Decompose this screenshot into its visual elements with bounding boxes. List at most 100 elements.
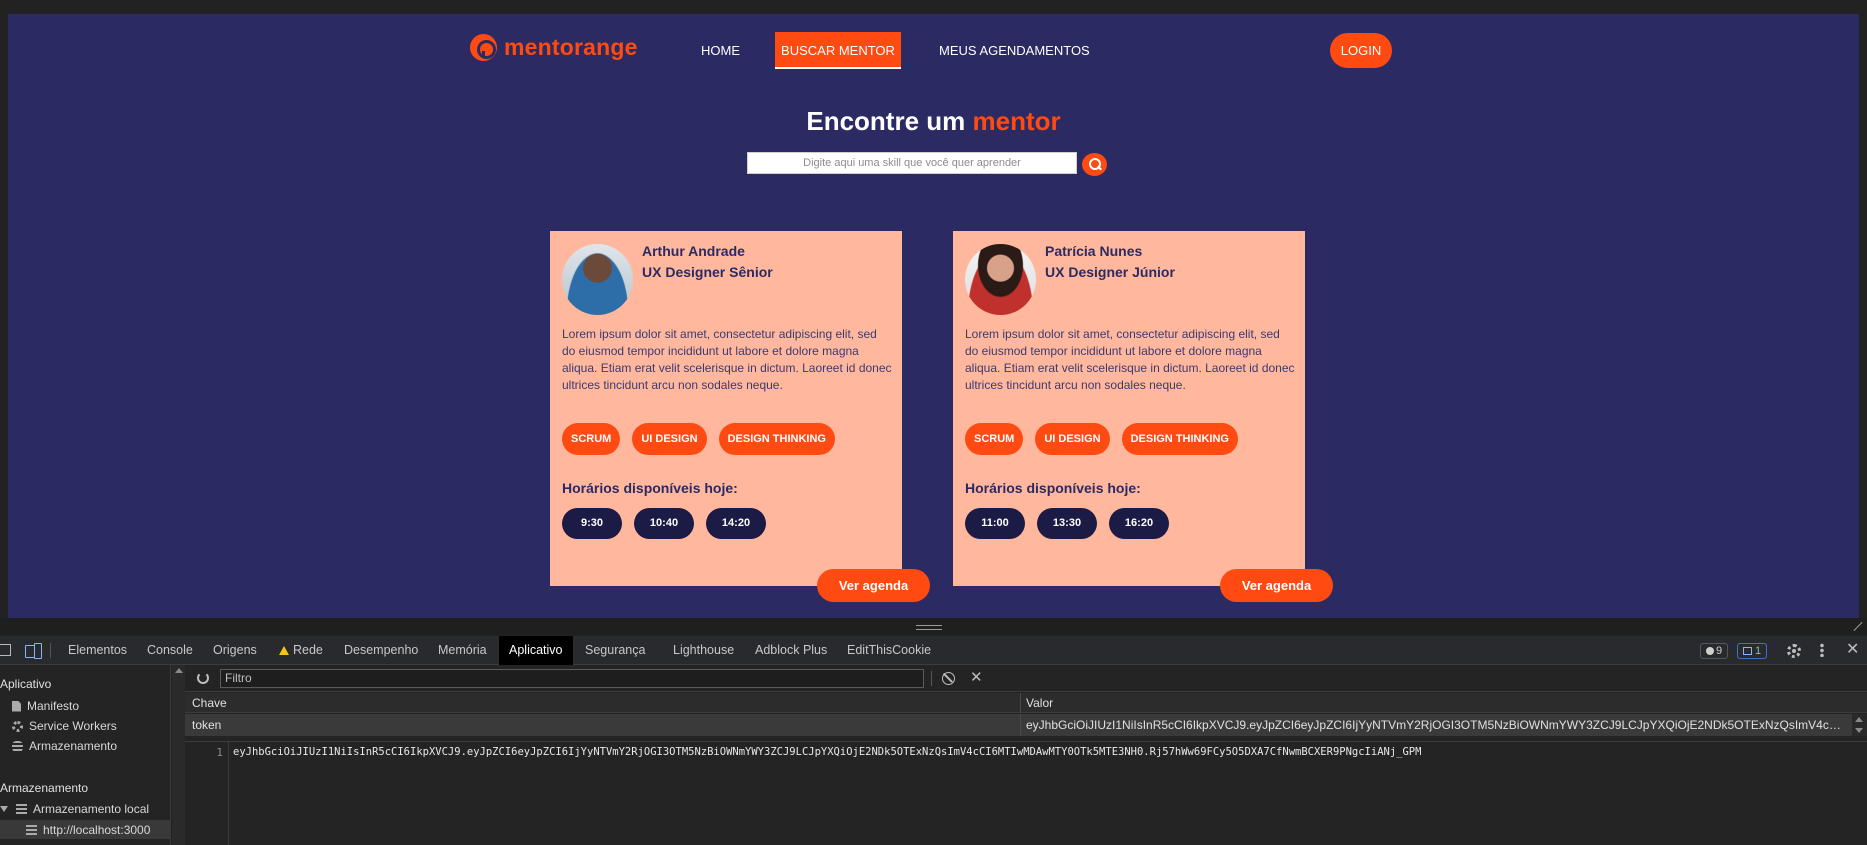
- device-toolbar-icon[interactable]: [25, 643, 42, 659]
- sidebar-item-armazenamento[interactable]: Armazenamento: [12, 739, 117, 753]
- skill-search-input[interactable]: Digite aqui uma skill que você quer apre…: [747, 152, 1077, 174]
- tab-origens[interactable]: Origens: [213, 636, 257, 665]
- ver-agenda-button[interactable]: Ver agenda: [817, 569, 930, 602]
- resize-corner-icon[interactable]: [1851, 620, 1863, 632]
- nav-meus-agendamentos[interactable]: MEUS AGENDAMENTOS: [939, 32, 1090, 69]
- tab-rede[interactable]: Rede: [279, 636, 323, 665]
- skill-tag[interactable]: SCRUM: [562, 423, 621, 455]
- mentor-description: Lorem ipsum dolor sit amet, consectetur …: [562, 327, 892, 392]
- value-preview: 1 eyJhbGciOiJIUzI1NiIsInR5cCI6IkpXVCJ9.e…: [185, 741, 1867, 845]
- tab-memoria[interactable]: Memória: [438, 636, 487, 665]
- tab-seguranca[interactable]: Segurança: [585, 636, 645, 665]
- row-value: eyJhbGciOiJIUzI1NiIsInR5cCI6IkpXVCJ9.eyJ…: [1026, 718, 1846, 732]
- availability-title: Horários disponíveis hoje:: [965, 480, 1141, 496]
- tab-console[interactable]: Console: [147, 636, 193, 665]
- preview-value-text[interactable]: eyJhbGciOiJIUzI1NiIsInR5cCI6IkpXVCJ9.eyJ…: [233, 746, 1421, 758]
- mentor-card: Arthur Andrade UX Designer Sênior Lorem …: [550, 231, 902, 586]
- skill-tag[interactable]: SCRUM: [965, 423, 1024, 455]
- sidebar-heading-aplicativo: Aplicativo: [0, 677, 52, 691]
- tab-desempenho[interactable]: Desempenho: [344, 636, 418, 665]
- row-key: token: [192, 718, 222, 732]
- application-sidebar: Aplicativo Manifesto Service Workers Arm…: [0, 665, 171, 845]
- gear-icon[interactable]: [1787, 644, 1801, 658]
- issues-count: 9: [1716, 645, 1723, 657]
- delete-selected-icon[interactable]: ✕: [970, 669, 983, 687]
- storage-panel: Filtro ✕ Chave Valor token eyJhbGciOiJIU…: [185, 665, 1867, 845]
- more-options-icon[interactable]: [1820, 643, 1824, 657]
- filter-input[interactable]: Filtro: [220, 669, 924, 688]
- skill-tag[interactable]: DESIGN THINKING: [718, 423, 835, 455]
- login-button[interactable]: LOGIN: [1330, 33, 1392, 68]
- mentor-role: UX Designer Sênior: [642, 264, 773, 280]
- table-row[interactable]: token eyJhbGciOiJIUzI1NiIsInR5cCI6IkpXVC…: [185, 714, 1852, 736]
- time-slot-button[interactable]: 14:20: [706, 508, 766, 539]
- sidebar-heading-armazenamento: Armazenamento: [0, 781, 89, 795]
- line-gutter: 1: [185, 742, 229, 845]
- column-header-valor[interactable]: Valor: [1026, 696, 1053, 710]
- storage-toolbar: Filtro ✕: [185, 665, 1867, 692]
- table-scrollbar[interactable]: [1852, 714, 1867, 736]
- logo-text: mentorange: [504, 33, 638, 60]
- close-icon[interactable]: ✕: [1846, 642, 1859, 658]
- devtools-tabbar: Elementos Console Origens Rede Desempenh…: [0, 636, 1867, 665]
- sidebar-item-service-workers[interactable]: Service Workers: [12, 719, 117, 733]
- column-header-chave[interactable]: Chave: [192, 696, 227, 710]
- time-slot-button[interactable]: 11:00: [965, 508, 1025, 539]
- skill-tag[interactable]: UI DESIGN: [632, 423, 707, 455]
- page-viewport: mentorange HOME BUSCAR MENTOR MEUS AGEND…: [8, 14, 1859, 618]
- time-slot-button[interactable]: 16:20: [1109, 508, 1169, 539]
- devtools-splitter[interactable]: [0, 618, 1867, 635]
- nav-buscar-mentor[interactable]: BUSCAR MENTOR: [775, 32, 901, 69]
- window-top-strip: [0, 0, 1867, 14]
- tab-adblock-plus[interactable]: Adblock Plus: [755, 636, 827, 665]
- availability-title: Horários disponíveis hoje:: [562, 480, 738, 496]
- page-title-accent: mentor: [972, 106, 1061, 136]
- skill-tag[interactable]: DESIGN THINKING: [1121, 423, 1238, 455]
- tab-lighthouse[interactable]: Lighthouse: [673, 636, 734, 665]
- sidebar-item-label: http://localhost:3000: [43, 823, 151, 837]
- expand-arrow-icon[interactable]: [0, 806, 8, 812]
- page-title-start: Encontre um: [806, 106, 966, 136]
- refresh-icon[interactable]: [197, 672, 209, 684]
- time-slot-button[interactable]: 13:30: [1037, 508, 1097, 539]
- sidebar-scrollbar[interactable]: [172, 665, 185, 845]
- line-number: 1: [216, 746, 223, 759]
- messages-badge[interactable]: 1: [1737, 643, 1768, 659]
- browser-window: mentorange HOME BUSCAR MENTOR MEUS AGEND…: [0, 0, 1867, 845]
- sidebar-item-label: Armazenamento local: [33, 802, 150, 816]
- sidebar-item-label: Service Workers: [29, 719, 117, 733]
- sidebar-item-local-storage[interactable]: Armazenamento local: [0, 802, 149, 816]
- tab-rede-label: Rede: [293, 643, 323, 657]
- splitter-grip-icon[interactable]: [916, 625, 942, 630]
- message-icon: [1743, 647, 1752, 655]
- search-icon[interactable]: [1082, 153, 1107, 176]
- inspect-element-icon[interactable]: [0, 644, 11, 656]
- mentor-card: Patrícia Nunes UX Designer Júnior Lorem …: [953, 231, 1305, 586]
- storage-table-header: Chave Valor: [185, 693, 1867, 713]
- logo-mark-icon: [470, 33, 497, 61]
- nav-home[interactable]: HOME: [701, 32, 740, 69]
- issues-badge[interactable]: 9: [1700, 643, 1729, 659]
- skill-tag[interactable]: UI DESIGN: [1035, 423, 1110, 455]
- navbar: mentorange HOME BUSCAR MENTOR MEUS AGEND…: [470, 21, 1395, 71]
- sidebar-item-manifesto[interactable]: Manifesto: [12, 699, 79, 713]
- tab-elementos[interactable]: Elementos: [68, 636, 127, 665]
- column-divider[interactable]: [1020, 693, 1021, 713]
- tab-editthiscookie[interactable]: EditThisCookie: [847, 636, 931, 665]
- ver-agenda-button[interactable]: Ver agenda: [1220, 569, 1333, 602]
- time-slot-button[interactable]: 10:40: [634, 508, 694, 539]
- sidebar-item-label: Manifesto: [27, 699, 80, 713]
- column-divider: [1020, 714, 1021, 736]
- toolbar-divider: [931, 671, 932, 686]
- time-slot-button[interactable]: 9:30: [562, 508, 622, 539]
- sidebar-item-origin[interactable]: http://localhost:3000: [26, 823, 150, 837]
- gear-small-icon: [12, 720, 23, 732]
- time-slots: 11:00 13:30 16:20: [965, 508, 1169, 539]
- storage-grid-icon: [16, 804, 27, 814]
- clear-all-icon[interactable]: [942, 672, 955, 685]
- logo[interactable]: mentorange: [470, 32, 638, 62]
- tab-aplicativo[interactable]: Aplicativo: [499, 636, 573, 665]
- messages-count: 1: [1755, 645, 1762, 657]
- database-icon: [12, 740, 23, 752]
- warning-icon: [279, 646, 289, 655]
